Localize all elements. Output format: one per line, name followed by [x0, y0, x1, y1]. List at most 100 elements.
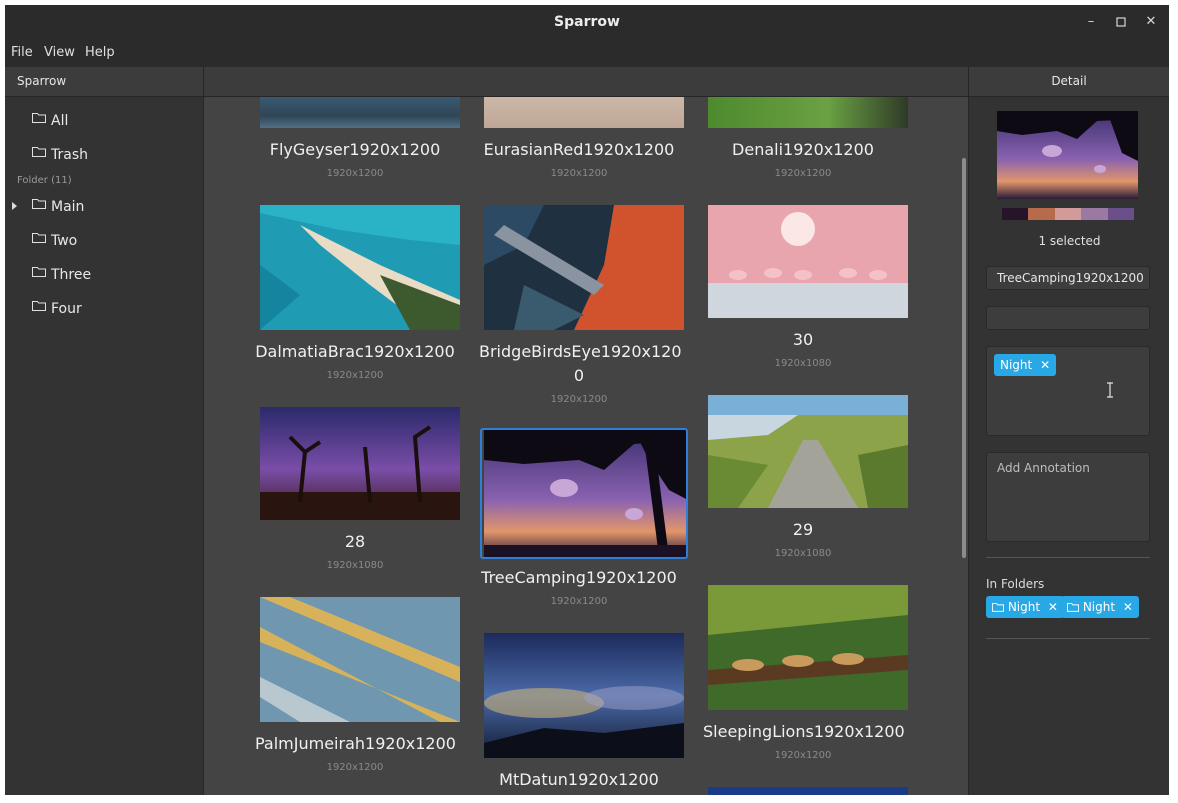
- folder-icon: [32, 233, 46, 243]
- minimize-icon[interactable]: –: [1082, 13, 1100, 31]
- sidebar-item-main[interactable]: Main: [5, 195, 204, 221]
- folder-icon: [32, 199, 46, 209]
- sidebar-item-label: Two: [51, 233, 78, 249]
- sidebar-header: Sparrow: [5, 67, 203, 97]
- annotation-field[interactable]: Add Annotation: [986, 452, 1150, 542]
- folder-icon: [32, 113, 46, 123]
- selection-highlight: [480, 428, 688, 559]
- sidebar-item-label: Three: [51, 267, 92, 283]
- detail-panel: Detail 1 selected TreeCamping1920x1200 N…: [968, 67, 1169, 795]
- thumbnail-image[interactable]: [708, 585, 908, 710]
- remove-icon[interactable]: ✕: [1040, 358, 1050, 372]
- thumbnail-title: MtDatun1920x1200: [499, 770, 659, 789]
- window-title: Sparrow: [554, 14, 620, 30]
- menu-bar: File View Help: [5, 41, 1169, 67]
- preview-image: [997, 111, 1138, 199]
- close-icon[interactable]: ✕: [1142, 13, 1160, 31]
- thumbnail-title: 28: [344, 532, 366, 551]
- folder-tag: Night ✕: [986, 596, 1064, 618]
- thumbnail-title: PalmJumeirah1920x1200: [255, 734, 456, 753]
- thumbnail-image[interactable]: [708, 97, 908, 128]
- color-palette: [1002, 208, 1135, 220]
- divider: [986, 638, 1150, 639]
- palette-swatch: [1054, 208, 1082, 220]
- thumbnail-dims: 1920x1200: [550, 394, 608, 405]
- thumbnail-image[interactable]: [708, 395, 908, 508]
- thumbnail-dims: 1920x1200: [774, 168, 832, 179]
- thumbnail-title: Denali1920x1200: [732, 140, 874, 159]
- scrollbar-thumb[interactable]: [962, 158, 966, 558]
- folder-tag-label: Night: [1082, 600, 1116, 614]
- menu-help[interactable]: Help: [85, 45, 115, 60]
- thumbnail-panel: FlyGeyser1920x1200 1920x1200 EurasianRed…: [204, 67, 968, 795]
- thumbnail-title: SleepingLions1920x1200: [703, 722, 905, 741]
- palette-swatch: [1002, 208, 1029, 220]
- app-window: Sparrow – ✕ File View Help Sparrow All T…: [5, 5, 1169, 795]
- thumbnail-title: DalmatiaBrac1920x1200: [255, 342, 455, 361]
- in-folders-label: In Folders: [986, 577, 1045, 591]
- folder-icon: [32, 147, 46, 157]
- thumbnail-title: 30: [792, 330, 814, 349]
- thumbnail-image[interactable]: [708, 205, 908, 318]
- tags-field[interactable]: Night ✕: [986, 346, 1150, 436]
- name-field[interactable]: TreeCamping1920x1200: [986, 266, 1150, 290]
- divider: [986, 557, 1150, 558]
- thumbnail-title: BridgeBirdsEye1920x120: [479, 342, 682, 361]
- thumbnail-image[interactable]: [484, 633, 684, 758]
- expand-arrow-icon[interactable]: [12, 202, 17, 210]
- thumbnail-dims: 1920x1200: [326, 168, 384, 179]
- thumbnail-dims: 1920x1200: [326, 370, 384, 381]
- thumbnail-image[interactable]: [260, 407, 460, 520]
- thumbnail-image[interactable]: [260, 97, 460, 128]
- folder-tag-label: Night: [1007, 600, 1041, 614]
- thumbnail-dims: 1920x1200: [550, 168, 608, 179]
- thumbnail-title: EurasianRed1920x1200: [483, 140, 675, 159]
- text-cursor-icon: [1107, 382, 1113, 398]
- sidebar-item-trash[interactable]: Trash: [5, 143, 204, 169]
- thumbnail-dims: 1920x1080: [774, 548, 832, 559]
- folder-icon: [1066, 603, 1080, 612]
- thumbnail-title: FlyGeyser1920x1200: [269, 140, 441, 159]
- sidebar-item-label: Main: [51, 199, 85, 215]
- tag-label: Night: [1000, 358, 1033, 372]
- tag-night: Night ✕: [994, 354, 1057, 376]
- sidebar-item-label: Trash: [51, 147, 88, 163]
- sidebar-item-two[interactable]: Two: [5, 229, 204, 255]
- folder-icon: [32, 301, 46, 311]
- sidebar-item-three[interactable]: Three: [5, 263, 204, 289]
- detail-header: Detail: [969, 67, 1169, 97]
- secondary-field[interactable]: [986, 306, 1150, 330]
- maximize-icon[interactable]: [1112, 13, 1130, 31]
- sidebar-item-label: Four: [51, 301, 82, 317]
- sidebar-item-label: All: [51, 113, 69, 129]
- folder-icon: [32, 267, 46, 277]
- sidebar-item-all[interactable]: All: [5, 109, 204, 135]
- thumbnail-title: TreeCamping1920x1200: [481, 568, 677, 587]
- thumbnail-image[interactable]: [484, 205, 684, 330]
- content-header: [204, 67, 968, 97]
- thumbnail-image[interactable]: [260, 597, 460, 722]
- folder-icon: [991, 603, 1005, 612]
- remove-icon[interactable]: ✕: [1048, 600, 1058, 614]
- thumbnail-grid[interactable]: FlyGeyser1920x1200 1920x1200 EurasianRed…: [204, 97, 968, 795]
- thumbnail-dims: 1920x1080: [326, 560, 384, 571]
- thumbnail-dims: 1920x1200: [774, 750, 832, 761]
- thumbnail-image[interactable]: [484, 97, 684, 128]
- thumbnail-title: 29: [792, 520, 814, 539]
- thumbnail-image[interactable]: [708, 787, 908, 795]
- folder-tag: Night ✕: [1061, 596, 1139, 618]
- thumbnail-dims: 1920x1200: [326, 762, 384, 773]
- title-bar: Sparrow – ✕: [5, 5, 1169, 41]
- thumbnail-dims: 1920x1200: [550, 596, 608, 607]
- thumbnail-title-line2: 0: [573, 366, 585, 385]
- thumbnail-dims: 1920x1080: [774, 358, 832, 369]
- selection-count: 1 selected: [1038, 234, 1101, 248]
- palette-swatch: [1028, 208, 1055, 220]
- palette-swatch: [1081, 208, 1108, 220]
- sidebar-item-four[interactable]: Four: [5, 297, 204, 323]
- menu-file[interactable]: File: [11, 45, 33, 60]
- sidebar: Sparrow All Trash Folder (11) Main Two T…: [5, 67, 204, 795]
- remove-icon[interactable]: ✕: [1123, 600, 1133, 614]
- menu-view[interactable]: View: [44, 45, 75, 60]
- thumbnail-image[interactable]: [260, 205, 460, 330]
